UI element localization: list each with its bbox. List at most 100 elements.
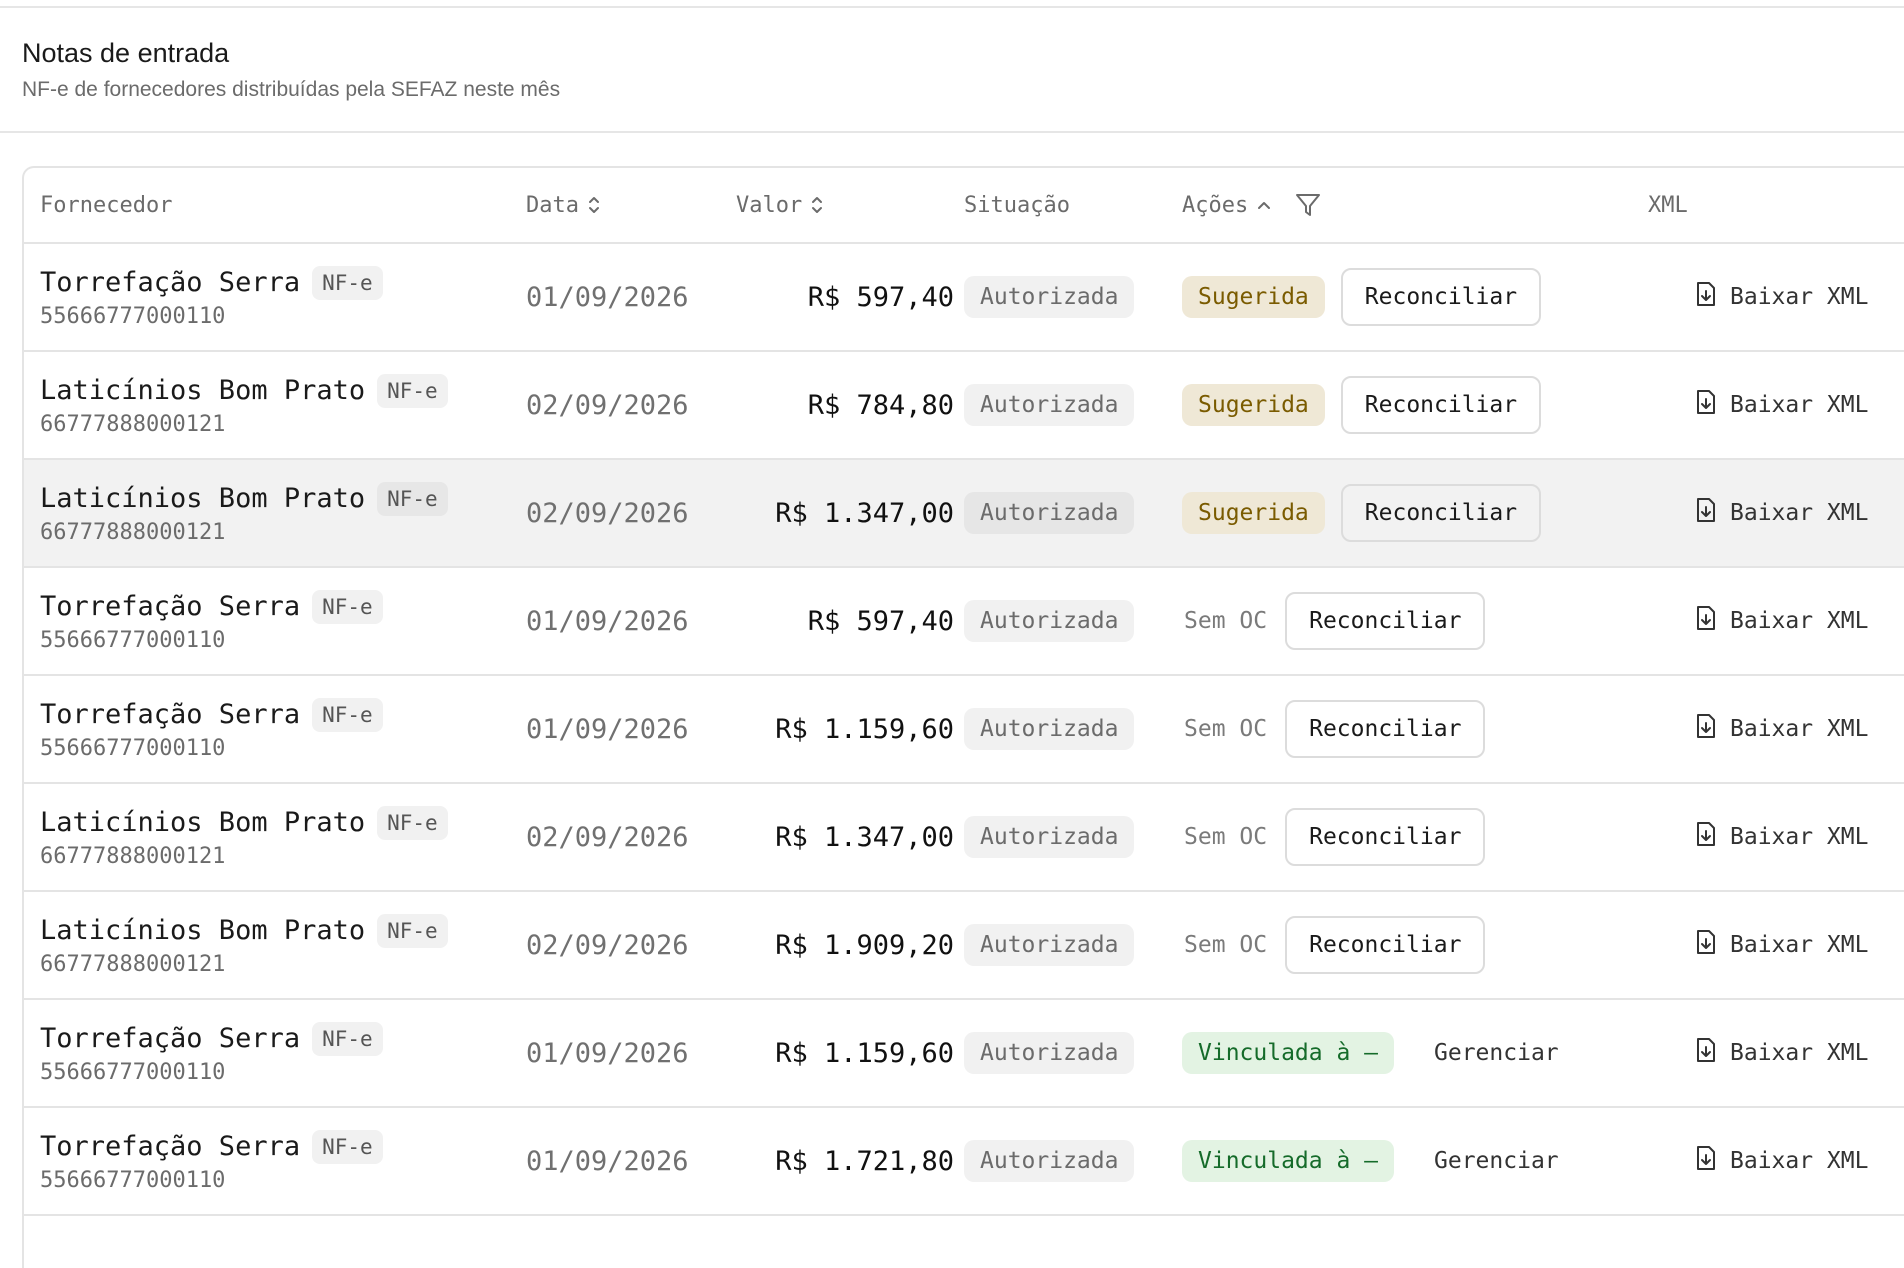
column-header-label: Ações [1182,192,1249,218]
reconcile-button[interactable]: Reconciliar [1340,268,1542,326]
reconcile-button[interactable]: Reconciliar [1285,916,1486,974]
supplier-cell: Torrefação Serra NF-e 55666777000110 [40,244,383,350]
sort-ascending-icon[interactable] [1256,194,1272,216]
value-cell: R$ 1.159,60 [775,713,954,745]
suggested-badge: Sugerida [1182,384,1325,426]
doc-type-badge: NF-e [312,697,383,732]
supplier-cnpj: 55666777000110 [40,735,226,761]
status-badge: Autorizada [964,1140,1135,1182]
status-badge: Autorizada [964,708,1135,750]
file-download-icon [1694,712,1718,746]
no-po-label: Sem OC [1184,824,1268,850]
column-header-date[interactable]: Data [526,168,601,242]
reconcile-button[interactable]: Reconciliar [1340,376,1542,434]
download-xml-link[interactable]: Baixar XML [1694,784,1868,890]
status-cell: Autorizada [964,1108,1135,1214]
download-xml-link[interactable]: Baixar XML [1694,892,1868,998]
download-xml-label: Baixar XML [1730,716,1869,742]
no-po-label: Sem OC [1184,608,1268,634]
table-row: Torrefação Serra NF-e 55666777000110 01/… [24,1000,1904,1108]
linked-badge: Vinculada à — [1182,1140,1395,1182]
supplier-cell: Torrefação Serra NF-e 55666777000110 [40,676,383,782]
value-cell: R$ 597,40 [807,281,954,313]
value-cell: R$ 1.347,00 [775,497,954,529]
supplier-name: Torrefação Serra [40,591,301,622]
download-xml-link[interactable]: Baixar XML [1694,1000,1868,1106]
supplier-cell: Torrefação Serra NF-e 55666777000110 [40,568,383,674]
supplier-cnpj: 55666777000110 [40,1059,226,1085]
download-xml-link[interactable]: Baixar XML [1694,244,1868,350]
download-xml-label: Baixar XML [1730,608,1869,634]
download-xml-label: Baixar XML [1730,392,1869,418]
value-cell: R$ 784,80 [807,389,954,421]
supplier-name: Laticínios Bom Prato [40,375,366,406]
actions-cell: Sem OC Reconciliar [1182,676,1486,782]
sort-updown-icon[interactable] [810,194,824,216]
table-row: Laticínios Bom Prato NF-e 66777888000121… [24,784,1904,892]
doc-type-badge: NF-e [377,913,448,948]
actions-cell: Sugerida Reconciliar [1182,244,1542,350]
supplier-cell: Laticínios Bom Prato NF-e 66777888000121 [40,460,448,566]
filter-icon[interactable] [1294,191,1322,219]
value-cell: R$ 1.721,80 [775,1145,954,1177]
download-xml-link[interactable]: Baixar XML [1694,1108,1868,1214]
status-cell: Autorizada [964,568,1135,674]
reconcile-button[interactable]: Reconciliar [1285,808,1486,866]
download-xml-link[interactable]: Baixar XML [1694,676,1868,782]
value-cell: R$ 1.159,60 [775,1037,954,1069]
suggested-badge: Sugerida [1182,276,1325,318]
doc-type-badge: NF-e [377,481,448,516]
status-cell: Autorizada [964,892,1135,998]
table-body: Torrefação Serra NF-e 55666777000110 01/… [24,244,1904,1216]
supplier-name: Torrefação Serra [40,1023,301,1054]
download-xml-label: Baixar XML [1730,932,1869,958]
table-row: Laticínios Bom Prato NF-e 66777888000121… [24,892,1904,1000]
supplier-cnpj: 55666777000110 [40,1167,226,1193]
table-row: Torrefação Serra NF-e 55666777000110 01/… [24,676,1904,784]
value-cell: R$ 597,40 [807,605,954,637]
table-row: Torrefação Serra NF-e 55666777000110 01/… [24,568,1904,676]
table-row: Torrefação Serra NF-e 55666777000110 01/… [24,244,1904,352]
top-divider [0,6,1904,8]
column-header-label: Valor [736,192,803,218]
file-download-icon [1694,280,1718,314]
column-header-value[interactable]: Valor [736,168,824,242]
file-download-icon [1694,604,1718,638]
supplier-cell: Laticínios Bom Prato NF-e 66777888000121 [40,892,448,998]
actions-cell: Sem OC Reconciliar [1182,568,1486,674]
actions-cell: Vinculada à — Gerenciar [1182,1000,1559,1106]
column-header-label: XML [1648,192,1688,218]
reconcile-button[interactable]: Reconciliar [1285,700,1486,758]
supplier-name: Laticínios Bom Prato [40,807,366,838]
supplier-name: Laticínios Bom Prato [40,915,366,946]
sort-updown-icon[interactable] [587,194,601,216]
column-header-label: Fornecedor [40,192,173,218]
reconcile-button[interactable]: Reconciliar [1285,592,1486,650]
download-xml-link[interactable]: Baixar XML [1694,460,1868,566]
doc-type-badge: NF-e [312,265,383,300]
doc-type-badge: NF-e [312,1021,383,1056]
column-header-actions[interactable]: Ações [1182,168,1322,242]
doc-type-badge: NF-e [377,805,448,840]
actions-cell: Sugerida Reconciliar [1182,460,1542,566]
status-cell: Autorizada [964,1000,1135,1106]
actions-cell: Sugerida Reconciliar [1182,352,1542,458]
supplier-cell: Torrefação Serra NF-e 55666777000110 [40,1000,383,1106]
download-xml-link[interactable]: Baixar XML [1694,568,1868,674]
manage-button[interactable]: Gerenciar [1434,1148,1559,1174]
column-header-xml: XML [1648,168,1688,242]
manage-button[interactable]: Gerenciar [1434,1040,1559,1066]
table-row: Laticínios Bom Prato NF-e 66777888000121… [24,352,1904,460]
status-badge: Autorizada [964,600,1135,642]
supplier-cnpj: 66777888000121 [40,411,226,437]
download-xml-link[interactable]: Baixar XML [1694,352,1868,458]
supplier-cnpj: 66777888000121 [40,519,226,545]
supplier-cnpj: 66777888000121 [40,951,226,977]
download-xml-label: Baixar XML [1730,1040,1869,1066]
download-xml-label: Baixar XML [1730,1148,1869,1174]
status-badge: Autorizada [964,276,1135,318]
reconcile-button[interactable]: Reconciliar [1340,484,1542,542]
status-badge: Autorizada [964,924,1135,966]
status-cell: Autorizada [964,352,1135,458]
column-header-label: Situação [964,192,1070,218]
